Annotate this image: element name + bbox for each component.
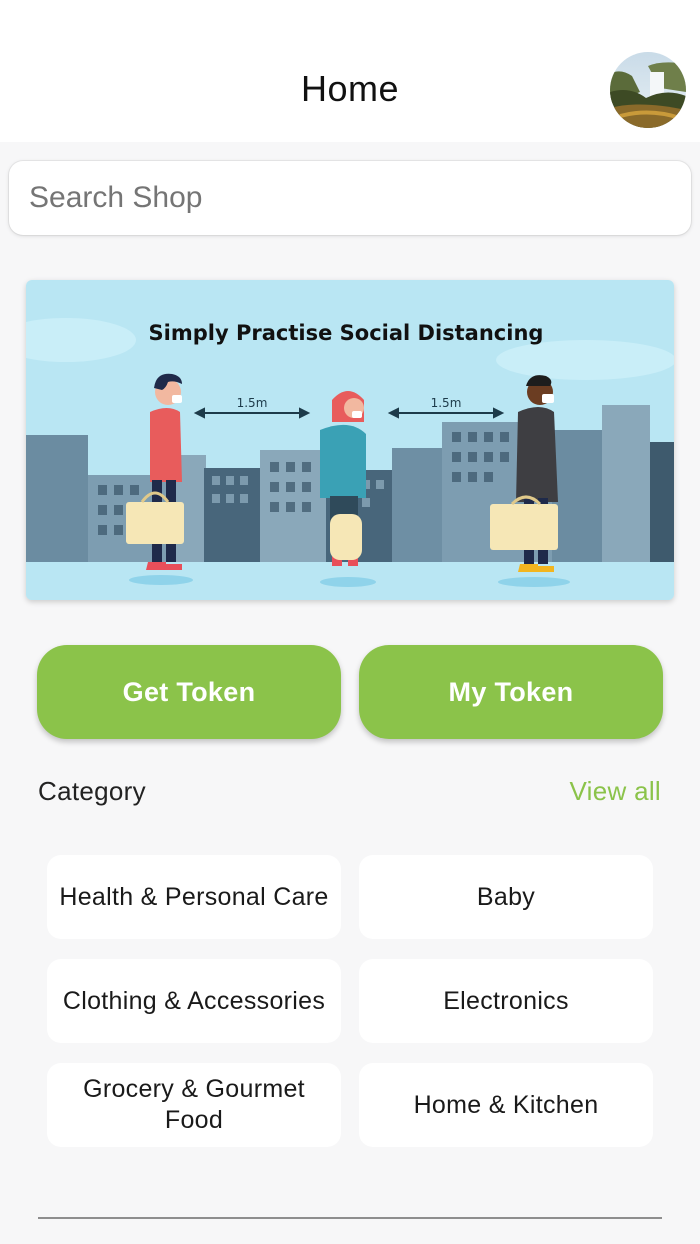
view-all-link[interactable]: View all — [569, 776, 661, 807]
app-header: Home — [0, 0, 700, 142]
distance-label-left: 1.5m — [237, 396, 268, 410]
category-label: Health & Personal Care — [59, 882, 329, 911]
search-input[interactable] — [9, 161, 691, 235]
category-card-health[interactable]: Health & Personal Care — [47, 855, 341, 939]
home-screen: Home Search Shop Simply Practise Social … — [0, 0, 700, 1244]
avatar[interactable] — [610, 52, 686, 128]
category-card-grocery[interactable]: Grocery & Gourmet Food — [47, 1063, 341, 1147]
category-label: Electronics — [443, 986, 569, 1015]
category-card-electronics[interactable]: Electronics — [359, 959, 653, 1043]
category-label: Home & Kitchen — [413, 1090, 599, 1119]
get-token-button[interactable]: Get Token — [37, 645, 341, 739]
category-label: Clothing & Accessories — [62, 986, 326, 1015]
category-card-baby[interactable]: Baby — [359, 855, 653, 939]
bottom-divider — [38, 1217, 662, 1219]
distance-label-right: 1.5m — [431, 396, 462, 410]
social-distancing-banner[interactable]: Simply Practise Social Distancing 1.5m 1… — [26, 280, 674, 600]
search-bar[interactable] — [9, 161, 691, 235]
category-label: Baby — [476, 882, 536, 911]
category-card-clothing[interactable]: Clothing & Accessories — [47, 959, 341, 1043]
avatar-landscape-image — [610, 52, 686, 128]
page-title: Home — [300, 68, 400, 109]
my-token-button[interactable]: My Token — [359, 645, 663, 739]
category-card-home-kitchen[interactable]: Home & Kitchen — [359, 1063, 653, 1147]
banner-headline: Simply Practise Social Distancing — [149, 321, 544, 345]
category-heading: Category — [38, 776, 146, 806]
category-label: Grocery & Gourmet Food — [83, 1075, 305, 1134]
banner-illustration: Simply Practise Social Distancing 1.5m 1… — [26, 280, 674, 600]
